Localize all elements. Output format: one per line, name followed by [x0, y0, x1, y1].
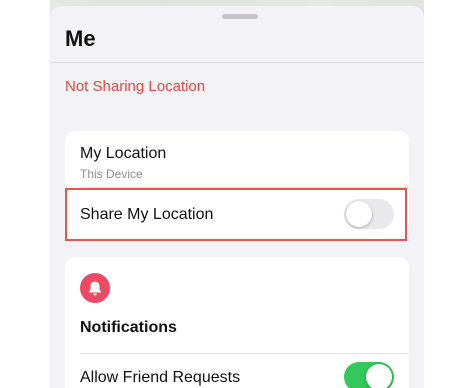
row-divider — [80, 353, 409, 354]
my-location-subtitle: This Device — [80, 167, 143, 181]
header-divider — [50, 62, 424, 63]
share-location-toggle[interactable] — [344, 199, 394, 229]
share-location-label: Share My Location — [80, 206, 214, 223]
margin-left — [0, 0, 50, 388]
row-divider — [80, 187, 409, 188]
bell-icon — [80, 273, 110, 303]
allow-friend-requests-toggle[interactable] — [344, 362, 394, 388]
margin-right — [424, 0, 462, 388]
my-location-title: My Location — [80, 145, 167, 162]
allow-friend-requests-label: Allow Friend Requests — [80, 369, 241, 386]
notifications-card: Notifications Allow Friend Requests — [65, 257, 409, 388]
me-sheet: Me Not Sharing Location My Location This… — [50, 6, 424, 388]
toggle-knob — [346, 201, 372, 227]
location-status-text: Not Sharing Location — [65, 78, 206, 95]
notifications-title: Notifications — [80, 319, 177, 336]
location-card: My Location This Device Share My Locatio… — [65, 131, 409, 241]
sheet-title: Me — [65, 26, 96, 51]
toggle-knob — [366, 364, 392, 388]
sheet-grabber[interactable] — [222, 14, 258, 19]
